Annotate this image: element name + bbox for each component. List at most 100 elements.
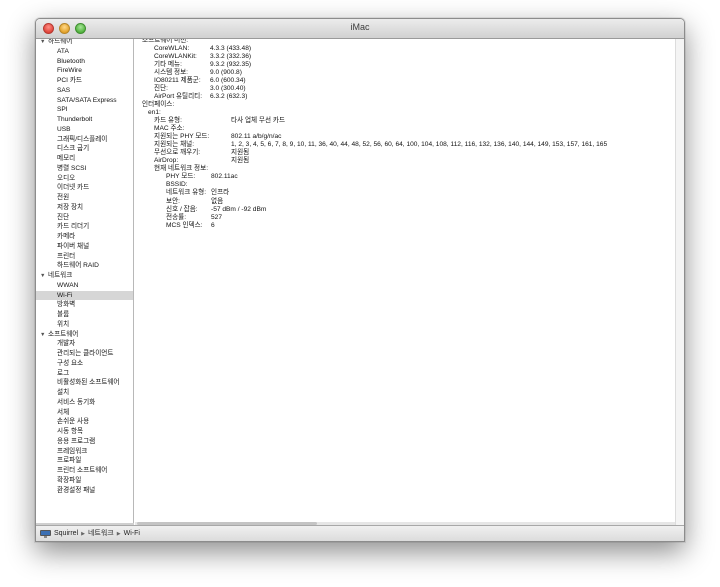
breadcrumb-wifi[interactable]: Wi-Fi (124, 530, 140, 537)
sidebar-item[interactable]: Bluetooth (36, 57, 133, 67)
breadcrumb: Squirrel ▶ 네트워크 ▶ Wi-Fi (40, 529, 140, 540)
network-field-label: MCS 인덱스: (166, 221, 203, 229)
software-version-label: CoreWLAN: (154, 44, 190, 52)
sidebar-item[interactable]: 서체 (36, 408, 133, 418)
sidebar-item[interactable]: 응용 프로그램 (36, 437, 133, 447)
software-version-label: 진단: (154, 84, 168, 92)
network-field-label: 신호 / 잡음: (166, 205, 198, 213)
sidebar-item[interactable]: 환경설정 패널 (36, 486, 133, 496)
sidebar-item[interactable]: 병렬 SCSI (36, 164, 133, 174)
sidebar-item[interactable]: SATA/SATA Express (36, 96, 133, 106)
sidebar-item[interactable]: 구성 요소 (36, 359, 133, 369)
sidebar-item[interactable]: 비활성화된 소프트웨어 (36, 378, 133, 388)
software-version-value: 4.3.3 (433.48) (210, 44, 252, 52)
sidebar-item[interactable]: 로그 (36, 369, 133, 379)
chevron-right-icon: ▶ (116, 531, 121, 537)
network-field-label: 보안: (166, 197, 180, 205)
sidebar-group-label: 소프트웨어 (48, 330, 79, 338)
sidebar-item[interactable]: 방화벽 (36, 300, 133, 310)
network-field-label: PHY 모드: (166, 173, 196, 181)
sidebar-item[interactable]: 프레임워크 (36, 447, 133, 457)
network-field-value: 802.11ac (211, 173, 238, 181)
sidebar-item[interactable]: 오디오 (36, 174, 133, 184)
section-header: 인터페이스: (142, 100, 175, 108)
sidebar-group-label: 네트워크 (48, 272, 73, 279)
network-field-value: 6 (211, 221, 215, 229)
interface-name: en1: (148, 108, 161, 116)
software-version-value: 3.0 (300.40) (210, 84, 246, 92)
network-field-value: 없음 (211, 197, 224, 205)
breadcrumb-computer[interactable]: Squirrel (54, 530, 78, 537)
sidebar-group[interactable]: ▼ 소프트웨어 (36, 330, 133, 340)
software-version-value: 6.3.2 (632.3) (210, 92, 248, 100)
title-bar: iMac (36, 19, 684, 39)
sidebar-item[interactable]: 전원 (36, 193, 133, 203)
sidebar-item[interactable]: 위치 (36, 320, 133, 330)
software-version-value: 9.0 (900.8) (210, 68, 242, 76)
sidebar-item[interactable]: 진단 (36, 213, 133, 223)
sidebar-item[interactable]: 확장파일 (36, 476, 133, 486)
sidebar-item[interactable]: 개발자 (36, 339, 133, 349)
sidebar-item[interactable]: 그래픽/디스플레이 (36, 135, 133, 145)
sidebar-item[interactable]: USB (36, 125, 133, 135)
sidebar-item[interactable]: 프린터 (36, 252, 133, 262)
sidebar-item[interactable]: 저장 장치 (36, 203, 133, 213)
sidebar-item[interactable]: 메모리 (36, 154, 133, 164)
software-version-label: IO80211 제품군: (154, 76, 201, 84)
sidebar-item[interactable]: PCI 카드 (36, 76, 133, 86)
sidebar-item[interactable]: 서비스 동기화 (36, 398, 133, 408)
sidebar-item[interactable]: 이더넷 카드 (36, 183, 133, 193)
software-version-label: 기타 메뉴: (154, 60, 182, 68)
sidebar-item[interactable]: 볼륨 (36, 310, 133, 320)
sidebar-item[interactable]: 카드 리더기 (36, 222, 133, 232)
sidebar-item[interactable]: ATA (36, 47, 133, 57)
network-field-label: 네트워크 유형: (166, 189, 207, 197)
sidebar-item[interactable]: 시동 항목 (36, 427, 133, 437)
interface-field-label: MAC 주소: (154, 125, 185, 133)
sidebar-list: ▼ 하드웨어 ATA Bluetooth FireWire PCI 카드 SAS SATA/S… (36, 39, 133, 496)
software-version-label: AirPort 유틸리티: (154, 92, 203, 100)
sidebar-item[interactable]: 프린터 소프트웨어 (36, 466, 133, 476)
detail-pane: 소프트웨어 버전: CoreWLAN: 4.3.3 (433.48) CoreWLAN… (135, 39, 675, 525)
interface-field-value: 802.11 a/b/g/n/ac (231, 133, 282, 141)
sidebar-item[interactable]: 하드웨어 RAID (36, 261, 133, 271)
chevron-right-icon: ▶ (81, 531, 85, 537)
sidebar-item[interactable]: 프로파일 (36, 456, 133, 466)
system-information-window: iMac ▼ 하드웨어 ATA Bluetooth FireWire PCI 카드 SAS S… (35, 18, 685, 542)
software-version-label: CoreWLANKit: (154, 52, 197, 60)
computer-icon (40, 530, 51, 538)
software-version-label: 시스템 정보: (154, 68, 188, 76)
interface-field-label: 지원되는 PHY 모드: (154, 133, 210, 141)
sidebar-group-label: 하드웨어 (48, 39, 73, 45)
network-field-value: -57 dBm / -92 dBm (211, 205, 267, 213)
interface-field-label: 지원되는 채널: (154, 141, 195, 149)
sidebar-group[interactable]: ▼ 하드웨어 (36, 39, 133, 47)
interface-field-value: 1, 2, 3, 4, 5, 6, 7, 8, 9, 10, 11, 36, 4… (231, 141, 608, 149)
sidebar-item[interactable]: SAS (36, 86, 133, 96)
breadcrumb-network[interactable]: 네트워크 (88, 530, 114, 537)
window-title: iMac (350, 22, 370, 32)
sidebar-item[interactable]: 관리되는 클라이언트 (36, 349, 133, 359)
sidebar-group[interactable]: ▼ 네트워크 (36, 271, 133, 281)
sidebar-item[interactable]: WWAN (36, 281, 133, 291)
network-field-label: 전송률: (166, 213, 187, 221)
software-version-value: 3.3.2 (332.36) (210, 52, 252, 60)
sidebar-item[interactable]: FireWire (36, 66, 133, 76)
sidebar-item[interactable]: 카메라 (36, 232, 133, 242)
interface-field-label: 무선으로 깨우기: (154, 149, 201, 157)
interface-field-value: 지원됨 (231, 157, 250, 165)
detail-vertical-scrollbar[interactable] (675, 39, 684, 525)
sidebar-item[interactable]: 손쉬운 사용 (36, 417, 133, 427)
sidebar-item[interactable]: Wi-Fi (36, 290, 133, 301)
software-version-value: 6.0 (600.34) (210, 76, 246, 84)
sidebar-item[interactable]: 설치 (36, 388, 133, 398)
sidebar-item[interactable]: 디스크 굽기 (36, 144, 133, 154)
sidebar: ▼ 하드웨어 ATA Bluetooth FireWire PCI 카드 SAS SATA/S… (36, 39, 134, 525)
interface-field-label: 카드 유형: (154, 117, 182, 124)
sidebar-item[interactable]: 파이버 채널 (36, 242, 133, 252)
network-field-value: 인프라 (211, 189, 230, 197)
path-bar: Squirrel ▶ 네트워크 ▶ Wi-Fi (36, 525, 684, 541)
sidebar-item[interactable]: SPI (36, 105, 133, 115)
sidebar-item[interactable]: Thunderbolt (36, 115, 133, 125)
software-version-value: 9.3.2 (932.35) (210, 60, 252, 68)
